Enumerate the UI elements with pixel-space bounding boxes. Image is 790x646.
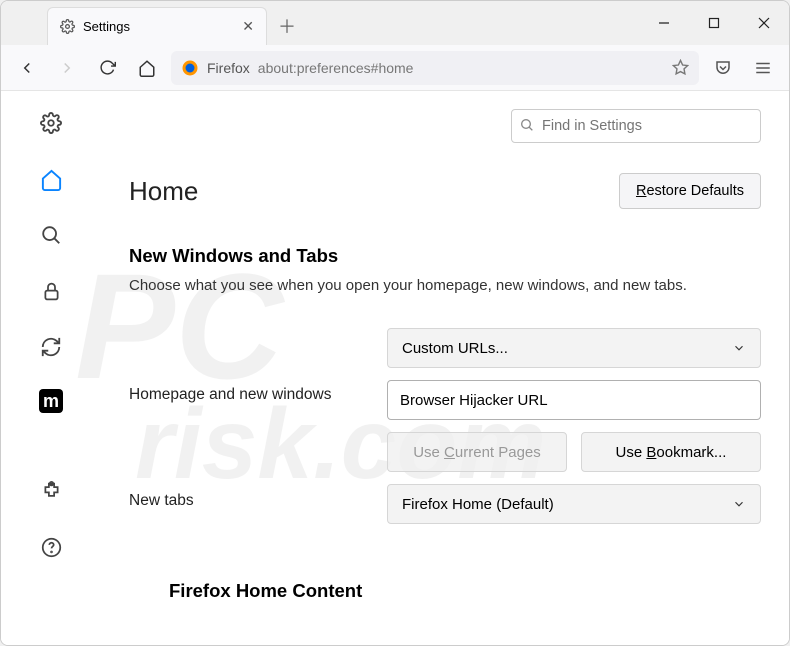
select-value: Firefox Home (Default) [402,496,554,513]
app-menu-icon[interactable] [747,52,779,84]
url-text: about:preferences#home [258,60,414,76]
use-current-pages-button[interactable]: Use Current Pages [387,432,567,472]
homepage-mode-select[interactable]: Custom URLs... [387,328,761,368]
url-context: Firefox [207,60,250,76]
newtabs-label: New tabs [129,484,369,510]
home-button[interactable] [131,52,163,84]
close-tab-icon[interactable]: ✕ [242,18,254,35]
window-controls [639,1,789,45]
forward-button[interactable] [51,52,83,84]
nav-toolbar: Firefox about:preferences#home [1,45,789,91]
section-title-windows-tabs: New Windows and Tabs [129,245,761,267]
restore-defaults-button[interactable]: Restore Defaults [619,173,761,209]
settings-sidebar: m [1,91,101,645]
settings-main: Home Restore Defaults New Windows and Ta… [101,91,789,645]
newtabs-select[interactable]: Firefox Home (Default) [387,484,761,524]
find-in-settings-input[interactable] [511,109,761,143]
new-tab-button[interactable]: ＋ [271,7,303,45]
homepage-label: Homepage and new windows [129,380,369,404]
section-title-home-content: Firefox Home Content [169,580,761,602]
homepage-url-input[interactable] [387,380,761,420]
bookmark-star-icon[interactable] [672,59,689,76]
maximize-button[interactable] [689,1,739,45]
firefox-logo-icon [181,59,199,77]
close-window-button[interactable] [739,1,789,45]
browser-tab-settings[interactable]: Settings ✕ [47,7,267,45]
sidebar-item-general[interactable] [37,109,65,137]
section-subtext: Choose what you see when you open your h… [129,277,761,294]
sidebar-item-home[interactable] [37,165,65,193]
select-value: Custom URLs... [402,340,508,357]
sidebar-item-privacy[interactable] [37,277,65,305]
gear-icon [60,19,75,34]
minimize-button[interactable] [639,1,689,45]
url-bar[interactable]: Firefox about:preferences#home [171,51,699,85]
use-bookmark-button[interactable]: Use Bookmark... [581,432,761,472]
sidebar-item-sync[interactable] [37,333,65,361]
page-title: Home [129,176,198,207]
chevron-down-icon [732,497,746,511]
pocket-icon[interactable] [707,52,739,84]
tab-title: Settings [83,19,130,34]
sidebar-item-extensions[interactable] [37,477,65,505]
sidebar-item-more-mozilla[interactable]: m [39,389,63,413]
titlebar: Settings ✕ ＋ [1,1,789,45]
sidebar-item-help[interactable] [37,533,65,561]
chevron-down-icon [732,341,746,355]
reload-button[interactable] [91,52,123,84]
back-button[interactable] [11,52,43,84]
sidebar-item-search[interactable] [37,221,65,249]
